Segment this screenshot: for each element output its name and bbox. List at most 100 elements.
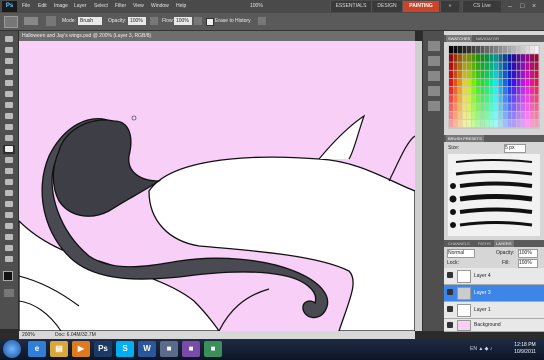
- swatch-cell[interactable]: [498, 78, 503, 87]
- swatch-cell[interactable]: [453, 111, 458, 120]
- tab-navigator[interactable]: NAVIGATOR: [474, 35, 501, 42]
- opacity-field[interactable]: 100%: [128, 17, 146, 25]
- swatches-grid-svg[interactable]: [448, 45, 540, 129]
- system-tray-icons[interactable]: EN ▲ ◆ ♪: [470, 345, 500, 353]
- swatch-cell[interactable]: [516, 78, 521, 87]
- swatch-cell[interactable]: [521, 87, 525, 95]
- swatch-cell[interactable]: [453, 95, 458, 103]
- swatch-cell[interactable]: [462, 119, 467, 128]
- swatch-cell[interactable]: [471, 95, 476, 103]
- swatch-cell[interactable]: [503, 70, 507, 79]
- swatch-cell[interactable]: [503, 95, 507, 103]
- swatch-cell[interactable]: [462, 54, 467, 62]
- swatch-cell[interactable]: [503, 62, 507, 70]
- swatch-cell[interactable]: [489, 119, 494, 128]
- airbrush-icon[interactable]: [194, 17, 202, 25]
- swatch-cell[interactable]: [534, 62, 539, 70]
- swatch-cell[interactable]: [480, 62, 485, 70]
- swatch-cell[interactable]: [494, 62, 498, 70]
- menu-layer[interactable]: Layer: [74, 2, 87, 11]
- swatch-cell[interactable]: [453, 119, 458, 128]
- swatch-cell[interactable]: [449, 70, 453, 79]
- swatch-cell[interactable]: [458, 95, 462, 103]
- tab-paths[interactable]: PATHS: [476, 240, 493, 247]
- swatch-cell[interactable]: [489, 111, 494, 120]
- swatch-cell[interactable]: [512, 62, 516, 70]
- layer-row-selected[interactable]: Layer 3: [444, 285, 544, 302]
- eraser-tool-icon[interactable]: [3, 145, 15, 154]
- swatch-cell[interactable]: [512, 70, 516, 79]
- swatch-cell[interactable]: [494, 119, 498, 128]
- swatch-cell[interactable]: [476, 78, 480, 87]
- swatch-cell[interactable]: [534, 46, 539, 54]
- app-icon-2[interactable]: ■: [182, 341, 200, 357]
- swatch-cell[interactable]: [462, 78, 467, 87]
- swatch-cell[interactable]: [462, 95, 467, 103]
- swatches-grid[interactable]: [448, 45, 540, 129]
- swatch-cell[interactable]: [467, 111, 471, 120]
- eraser-tool-preset-icon[interactable]: [4, 16, 18, 28]
- swatch-cell[interactable]: [471, 54, 476, 62]
- swatch-cell[interactable]: [453, 54, 458, 62]
- swatch-cell[interactable]: [458, 111, 462, 120]
- swatch-cell[interactable]: [494, 103, 498, 111]
- swatch-cell[interactable]: [458, 87, 462, 95]
- swatch-cell[interactable]: [503, 119, 507, 128]
- shape-tool-icon[interactable]: [3, 222, 15, 231]
- swatch-cell[interactable]: [512, 46, 516, 54]
- document-tab[interactable]: Halloween and Jay's wings.psd @ 200% (La…: [19, 31, 415, 41]
- swatch-cell[interactable]: [458, 46, 462, 54]
- swatch-cell[interactable]: [512, 103, 516, 111]
- swatch-cell[interactable]: [534, 103, 539, 111]
- folder-icon[interactable]: ▤: [50, 341, 68, 357]
- swatch-cell[interactable]: [471, 111, 476, 120]
- swatch-cell[interactable]: [494, 87, 498, 95]
- menu-help[interactable]: Help: [176, 2, 186, 11]
- swatch-cell[interactable]: [480, 103, 485, 111]
- tab-channels[interactable]: CHANNELS: [446, 240, 472, 247]
- swatch-cell[interactable]: [485, 46, 489, 54]
- swatch-cell[interactable]: [476, 54, 480, 62]
- swatch-cell[interactable]: [462, 87, 467, 95]
- swatch-cell[interactable]: [489, 95, 494, 103]
- swatch-cell[interactable]: [516, 103, 521, 111]
- swatch-cell[interactable]: [476, 46, 480, 54]
- swatch-cell[interactable]: [476, 119, 480, 128]
- swatch-cell[interactable]: [458, 103, 462, 111]
- swatch-cell[interactable]: [507, 103, 512, 111]
- swatch-cell[interactable]: [498, 103, 503, 111]
- erase-history-checkbox[interactable]: [206, 18, 214, 26]
- photoshop-icon[interactable]: Ps: [94, 341, 112, 357]
- swatch-cell[interactable]: [480, 87, 485, 95]
- dodge-tool-icon[interactable]: [3, 178, 15, 187]
- menu-filter[interactable]: Filter: [115, 2, 126, 11]
- pen-tool-icon[interactable]: [3, 189, 15, 198]
- swatch-cell[interactable]: [516, 54, 521, 62]
- menu-edit[interactable]: Edit: [38, 2, 47, 11]
- gradient-tool-icon[interactable]: [3, 156, 15, 165]
- swatch-cell[interactable]: [521, 111, 525, 120]
- media-player-icon[interactable]: ▶: [72, 341, 90, 357]
- menu-window[interactable]: Window: [151, 2, 169, 11]
- swatch-cell[interactable]: [530, 46, 534, 54]
- workspace-more-icon[interactable]: »: [440, 1, 459, 12]
- swatch-cell[interactable]: [507, 95, 512, 103]
- swatch-cell[interactable]: [471, 119, 476, 128]
- eyedropper-tool-icon[interactable]: [3, 90, 15, 99]
- swatch-cell[interactable]: [476, 62, 480, 70]
- move-tool-icon[interactable]: [3, 35, 15, 44]
- swatch-cell[interactable]: [476, 95, 480, 103]
- swatch-cell[interactable]: [507, 70, 512, 79]
- swatch-cell[interactable]: [462, 103, 467, 111]
- swatch-cell[interactable]: [458, 119, 462, 128]
- swatch-cell[interactable]: [449, 78, 453, 87]
- swatch-cell[interactable]: [449, 111, 453, 120]
- swatch-cell[interactable]: [503, 87, 507, 95]
- swatch-cell[interactable]: [507, 46, 512, 54]
- swatch-cell[interactable]: [507, 119, 512, 128]
- tools-preset-icon[interactable]: [428, 101, 440, 111]
- zoom-level[interactable]: 100%: [250, 2, 263, 11]
- swatch-cell[interactable]: [498, 111, 503, 120]
- swatch-cell[interactable]: [467, 95, 471, 103]
- swatch-cell[interactable]: [476, 87, 480, 95]
